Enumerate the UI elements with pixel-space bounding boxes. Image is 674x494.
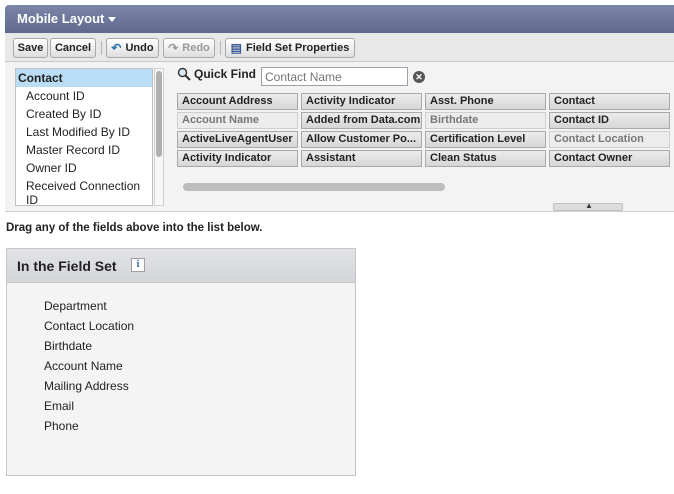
object-list-item[interactable]: ID [16,194,152,205]
toolbar-divider [101,41,102,55]
field-set-title: In the Field Set [17,258,117,274]
field-tile[interactable]: ActiveLiveAgentUser [177,131,298,148]
field-set-item[interactable]: Birthdate [44,336,134,356]
field-set-properties-label: Field Set Properties [246,42,350,54]
quick-find-input[interactable] [261,67,408,86]
drag-instruction: Drag any of the fields above into the li… [6,222,263,234]
field-tile[interactable]: Contact ID [549,112,670,129]
field-tile[interactable]: Certification Level [425,131,546,148]
field-tile[interactable]: Allow Customer Po... [301,131,422,148]
field-set-item[interactable]: Mailing Address [44,376,134,396]
object-list-item[interactable]: Created By ID [16,105,152,123]
field-tile[interactable]: Clean Status [425,150,546,167]
field-tile-used[interactable]: Account Name [177,112,298,129]
field-set-header: In the Field Set i [7,249,355,283]
field-set-box: In the Field Set i Department Contact Lo… [6,248,356,476]
field-tile[interactable]: Assistant [301,150,422,167]
available-fields-grid: Account Address Activity Indicator Asst.… [177,93,674,169]
clear-icon[interactable]: ✕ [413,71,425,83]
object-list-item[interactable]: Contact [16,69,152,87]
scrollbar-thumb[interactable] [156,71,162,157]
info-icon[interactable]: i [131,258,145,272]
object-list-item[interactable]: Last Modified By ID [16,123,152,141]
scrollbar-thumb[interactable] [183,183,445,191]
object-list-item[interactable]: Master Record ID [16,141,152,159]
quick-find-text: Quick Find [194,67,257,81]
layout-title: Mobile Layout [17,11,105,26]
layout-menu[interactable]: Mobile Layout [17,11,117,26]
field-tile[interactable]: Added from Data.com [301,112,422,129]
fields-horizontal-scrollbar[interactable] [183,182,673,192]
undo-label: Undo [125,42,154,54]
cancel-button[interactable]: Cancel [50,38,96,58]
field-set-item[interactable]: Contact Location [44,316,134,336]
layout-header: Mobile Layout [5,5,674,33]
field-tile[interactable]: Asst. Phone [425,93,546,110]
field-tile[interactable]: Contact Owner [549,150,670,167]
field-set-properties-button[interactable]: ▤ Field Set Properties [225,38,355,58]
save-button[interactable]: Save [13,38,48,58]
resize-handle[interactable]: ▲ [553,201,623,211]
chevron-down-icon [108,17,117,23]
field-palette: Contact Account ID Created By ID Last Mo… [5,62,674,212]
field-tile[interactable]: Contact [549,93,670,110]
chevron-up-icon: ▲ [585,201,593,210]
field-tile-used[interactable]: Birthdate [425,112,546,129]
toolbar: Save Cancel ↶ Undo ↷ Redo ▤ Field Set Prope… [5,33,674,62]
toolbar-divider [220,41,221,55]
field-tile[interactable]: Activity Indicator [301,93,422,110]
field-set-item[interactable]: Department [44,296,134,316]
quick-find-label: Quick Find [177,67,256,81]
redo-icon: ↷ [168,41,179,55]
object-list-item[interactable]: Account ID [16,87,152,105]
field-tile[interactable]: Account Address [177,93,298,110]
object-list: Contact Account ID Created By ID Last Mo… [15,68,153,206]
undo-button[interactable]: ↶ Undo [106,38,159,58]
field-set-item[interactable]: Email [44,396,134,416]
field-set-list: Department Contact Location Birthdate Ac… [44,296,134,436]
field-tile-used[interactable]: Contact Location [549,131,670,148]
field-set-item[interactable]: Account Name [44,356,134,376]
field-set-item[interactable]: Phone [44,416,134,436]
redo-button[interactable]: ↷ Redo [163,38,215,58]
object-list-item[interactable]: Owner ID [16,159,152,177]
undo-icon: ↶ [111,41,122,55]
redo-label: Redo [182,42,210,54]
object-list-scrollbar[interactable] [154,68,164,206]
search-icon [177,67,191,81]
properties-icon: ▤ [230,41,243,55]
field-tile[interactable]: Activity Indicator [177,150,298,167]
